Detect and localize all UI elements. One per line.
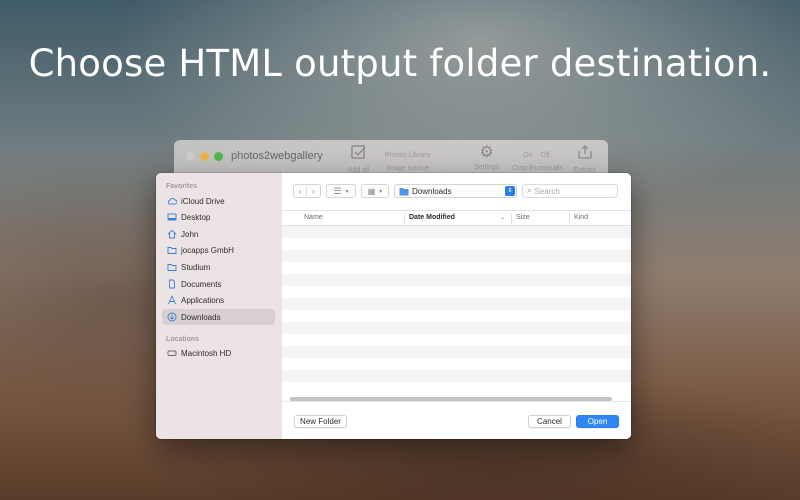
crop-off-toggle[interactable]: Off <box>535 150 555 163</box>
sidebar-item-john[interactable]: John <box>162 226 275 242</box>
forward-button[interactable]: › <box>307 187 320 196</box>
share-icon <box>574 144 596 165</box>
disk-icon <box>167 348 177 358</box>
file-list <box>282 226 631 396</box>
search-icon: ⌕ <box>527 186 532 195</box>
back-button[interactable]: ‹ <box>294 186 308 196</box>
sidebar-item-jocapps[interactable]: jocapps GmbH <box>162 242 275 258</box>
extract-button[interactable]: Extract <box>574 144 596 174</box>
document-icon <box>167 279 177 289</box>
column-header: Name Date Modified ⌄ Size Kind <box>282 210 631 226</box>
window-close-button[interactable] <box>186 152 195 161</box>
list-item <box>282 322 631 334</box>
list-item <box>282 274 631 286</box>
column-name[interactable]: Name <box>304 214 323 221</box>
cancel-button[interactable]: Cancel <box>528 415 571 428</box>
gear-icon: ⚙ <box>479 144 494 161</box>
applications-icon <box>167 295 177 305</box>
grid-icon: ▦ <box>367 186 376 196</box>
app-title: photos2webgallery <box>231 150 323 162</box>
cloud-icon <box>167 196 177 206</box>
list-item <box>282 382 631 394</box>
list-item <box>282 262 631 274</box>
download-icon <box>167 312 177 322</box>
dialog-sidebar: Favorites iCloud Drive Desktop John joca… <box>156 173 282 439</box>
folder-icon <box>167 262 177 272</box>
image-source-popup[interactable]: Photos Library <box>380 150 436 163</box>
list-item <box>282 358 631 370</box>
sidebar-item-macintosh-hd[interactable]: Macintosh HD <box>162 345 275 361</box>
column-kind[interactable]: Kind <box>574 214 588 221</box>
list-item <box>282 286 631 298</box>
image-source-control[interactable]: Photos Library Image source <box>380 144 436 172</box>
sidebar-item-downloads[interactable]: Downloads <box>162 309 275 325</box>
add-all-button[interactable]: Add all <box>348 144 369 174</box>
list-item <box>282 310 631 322</box>
sidebar-item-applications[interactable]: Applications <box>162 292 275 308</box>
sidebar-item-studium[interactable]: Studium <box>162 259 275 275</box>
file-browser: ‹ › ☰ ▾ ▦ ▾ Downloads ⇕ ⌕ Search Name Da… <box>282 173 631 439</box>
sidebar-item-desktop[interactable]: Desktop <box>162 209 275 225</box>
crop-thumbnails-control[interactable]: On Off Crop thumbnails <box>512 144 563 172</box>
crop-on-toggle[interactable]: On <box>520 150 535 163</box>
column-size[interactable]: Size <box>516 214 530 221</box>
folder-icon <box>399 187 409 196</box>
folder-path-popup[interactable]: Downloads ⇕ <box>394 184 517 198</box>
locations-heading: Locations <box>166 336 200 343</box>
sidebar-item-documents[interactable]: Documents <box>162 276 275 292</box>
chevron-down-icon: ▾ <box>379 188 383 195</box>
settings-button[interactable]: ⚙ Settings <box>474 144 499 171</box>
back-forward-control: ‹ › <box>293 184 321 198</box>
list-item <box>282 238 631 250</box>
group-by-button[interactable]: ▦ ▾ <box>361 184 389 198</box>
desktop-icon <box>167 212 177 222</box>
list-view-icon: ☰ <box>333 185 342 196</box>
view-mode-button[interactable]: ☰ ▾ <box>326 184 356 198</box>
checkbox-icon <box>348 144 369 165</box>
chevron-down-icon: ⌄ <box>500 215 506 221</box>
list-item <box>282 298 631 310</box>
window-zoom-button[interactable] <box>214 152 223 161</box>
window-minimize-button[interactable] <box>200 152 209 161</box>
folder-icon <box>167 245 177 255</box>
chevron-updown-icon: ⇕ <box>505 186 515 196</box>
page-headline: Choose HTML output folder destination. <box>28 42 772 85</box>
sidebar-item-icloud-drive[interactable]: iCloud Drive <box>162 193 275 209</box>
new-folder-button[interactable]: New Folder <box>294 415 347 428</box>
favorites-heading: Favorites <box>166 183 198 190</box>
dialog-footer: New Folder Cancel Open <box>282 401 631 439</box>
open-dialog: Favorites iCloud Drive Desktop John joca… <box>156 173 631 439</box>
home-icon <box>167 229 177 239</box>
chevron-down-icon: ▾ <box>345 188 349 195</box>
list-item <box>282 226 631 238</box>
list-item <box>282 370 631 382</box>
list-item <box>282 250 631 262</box>
open-button[interactable]: Open <box>576 415 619 428</box>
list-item <box>282 334 631 346</box>
search-field[interactable]: ⌕ Search <box>522 184 618 198</box>
column-date-modified[interactable]: Date Modified <box>409 214 455 221</box>
list-item <box>282 346 631 358</box>
